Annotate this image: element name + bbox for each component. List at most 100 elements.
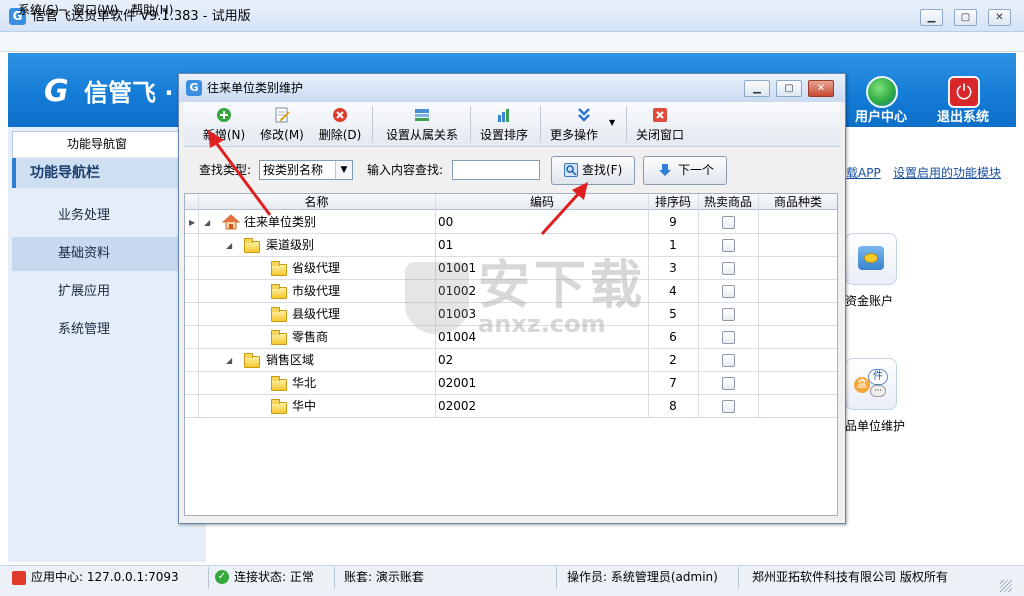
dialog-title: 往来单位类别维护 [207,81,304,95]
cell-sort[interactable]: 5 [648,303,698,326]
watermark-shield-icon [405,262,469,334]
user-center-label[interactable]: 用户中心 [855,110,907,126]
dialog-maximize-button[interactable]: ▢ [776,80,802,97]
download-app-link[interactable]: 载APP [846,166,881,180]
maximize-button[interactable]: ▢ [954,9,977,26]
tab-function-nav[interactable]: 功能导航窗 [12,131,182,157]
close-window-icon [652,107,668,123]
status-connection: 连接状态: 正常 [234,570,314,584]
minimize-button[interactable]: ▁ [920,9,943,26]
unit-icon: 盒 件 ··· [854,369,888,399]
column-sort[interactable]: 排序码 [648,194,698,210]
menu-help[interactable]: 帮助(H) [131,2,173,18]
search-content-label: 输入内容查找: [367,163,444,177]
grid-column-divider [698,194,699,418]
unit-maintenance-tile[interactable]: 盒 件 ··· [845,358,897,410]
cell-sort[interactable]: 8 [648,395,698,418]
folder-icon [244,238,260,253]
arrow-down-icon [658,163,672,177]
hot-item-checkbox[interactable] [722,400,735,413]
chevron-down-icon[interactable]: ▼ [335,161,352,179]
exit-system-button[interactable]: ⏻ [948,76,980,108]
cell-sort[interactable]: 9 [648,211,698,234]
cell-name[interactable]: 渠道级别 [266,234,314,257]
resize-grip-icon[interactable] [1000,580,1012,592]
hot-item-checkbox[interactable] [722,216,735,229]
unit-maintenance-label: 品单位维护 [845,419,906,433]
cell-code[interactable]: 02 [438,349,453,372]
column-category[interactable]: 商品种类 [758,194,838,210]
cell-sort[interactable]: 7 [648,372,698,395]
hot-item-checkbox[interactable] [722,354,735,367]
hot-item-checkbox[interactable] [722,285,735,298]
folder-icon [271,376,287,391]
nav-item-business[interactable]: 业务处理 [12,199,182,233]
menu-window[interactable]: 窗口(W) [73,2,118,18]
nav-heading: 功能导航栏 [12,158,206,188]
cell-code[interactable]: 02002 [438,395,476,418]
next-button[interactable]: 下一个 [643,156,727,185]
cell-name[interactable]: 华中 [292,395,316,418]
expand-toggle-icon[interactable]: ◢ [226,349,232,372]
cell-code[interactable]: 00 [438,211,453,234]
delete-button[interactable]: 删除(D) [316,104,364,146]
hot-item-checkbox[interactable] [722,239,735,252]
close-window-button[interactable]: 关闭窗口 [632,104,688,146]
status-account: 账套: 演示账套 [344,570,424,584]
grid-column-divider [758,194,759,418]
hot-item-checkbox[interactable] [722,331,735,344]
menu-bar [0,32,1024,52]
status-app-center: 应用中心: 127.0.0.1:7093 [31,570,179,584]
cell-sort[interactable]: 1 [648,234,698,257]
app-center-icon [12,571,26,585]
cell-name[interactable]: 零售商 [292,326,328,349]
nav-item-extensions[interactable]: 扩展应用 [12,275,182,309]
cell-code[interactable]: 01 [438,234,453,257]
chevron-down-icon[interactable]: ▼ [609,118,615,127]
sort-icon [496,107,512,123]
cell-sort[interactable]: 6 [648,326,698,349]
status-separator [738,567,739,589]
menu-system[interactable]: 系统(S) [18,2,59,18]
relation-icon [414,107,430,123]
set-relation-button[interactable]: 设置从属关系 [380,104,464,146]
power-icon: ⏻ [948,76,980,108]
row-selector-icon: ▶ [189,218,196,227]
cell-name[interactable]: 华北 [292,372,316,395]
cell-sort[interactable]: 3 [648,257,698,280]
hot-item-checkbox[interactable] [722,308,735,321]
folder-icon [271,399,287,414]
grid-column-divider [648,194,649,418]
coins-icon [858,246,884,270]
cell-name[interactable]: 省级代理 [292,257,340,280]
hot-item-checkbox[interactable] [722,377,735,390]
hot-item-checkbox[interactable] [722,262,735,275]
exit-system-label[interactable]: 退出系统 [937,110,989,126]
set-sort-button[interactable]: 设置排序 [476,104,532,146]
dialog-close-button[interactable]: ✕ [808,80,834,97]
logo-text: 信管飞 · [84,79,174,107]
cell-code[interactable]: 02001 [438,372,476,395]
more-actions-label: 更多操作 [550,128,599,142]
nav-item-basic-data[interactable]: 基础资料 [12,237,182,271]
toolbar-separator [470,106,471,142]
set-relation-label: 设置从属关系 [385,128,458,142]
user-center-button[interactable] [866,76,898,108]
cell-name[interactable]: 销售区域 [266,349,314,372]
grid-column-divider [198,194,199,418]
cell-sort[interactable]: 2 [648,349,698,372]
nav-item-system-admin[interactable]: 系统管理 [12,313,182,347]
fund-account-tile[interactable] [845,233,897,285]
delete-label: 删除(D) [318,128,362,142]
enable-modules-link[interactable]: 设置启用的功能模块 [893,166,1001,180]
expand-toggle-icon[interactable]: ◢ [226,234,232,257]
search-input[interactable] [452,160,540,180]
status-separator [556,567,557,589]
delete-icon [332,107,348,123]
cell-name[interactable]: 县级代理 [292,303,340,326]
dialog-minimize-button[interactable]: ▁ [744,80,770,97]
cell-name[interactable]: 市级代理 [292,280,340,303]
close-button[interactable]: ✕ [988,9,1011,26]
column-hot[interactable]: 热卖商品 [698,194,758,210]
cell-sort[interactable]: 4 [648,280,698,303]
